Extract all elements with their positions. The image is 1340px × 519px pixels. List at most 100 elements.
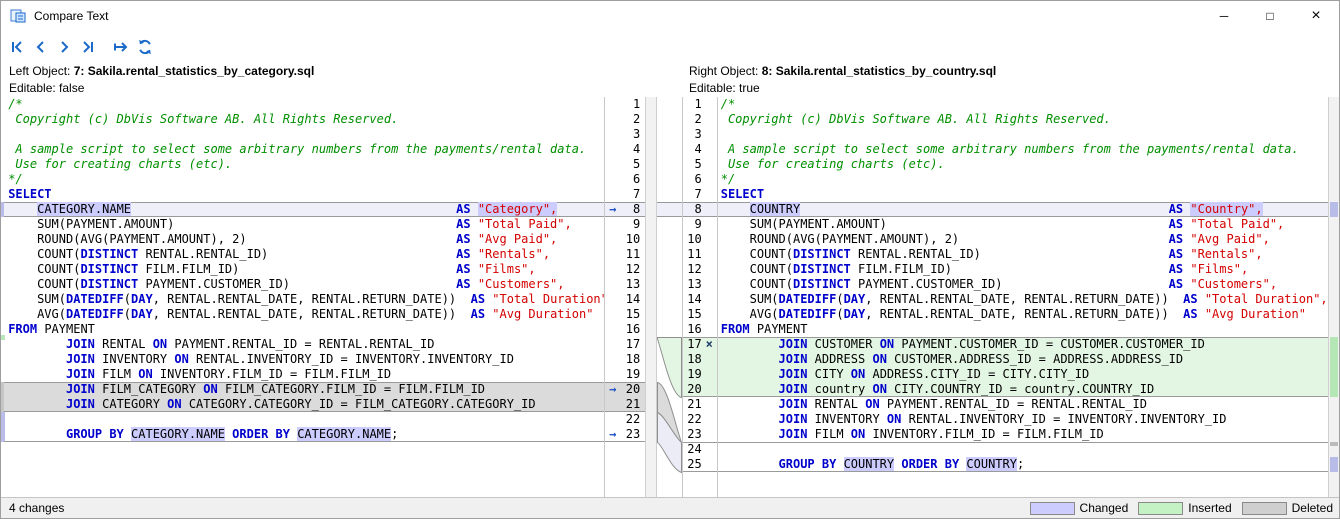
code-line[interactable]: JOIN FILM ON INVENTORY.FILM_ID = FILM.FI…: [4, 367, 645, 382]
code-text: GROUP BY COUNTRY ORDER BY COUNTRY;: [717, 457, 1328, 472]
code-line[interactable]: A sample script to select some arbitrary…: [4, 142, 645, 157]
code-line[interactable]: 16FROM PAYMENT: [683, 322, 1328, 337]
code-line[interactable]: SUM(PAYMENT.AMOUNT) AS "Total Paid",9: [4, 217, 645, 232]
gutter-spacer: [702, 97, 717, 112]
code-line[interactable]: 18 JOIN ADDRESS ON CUSTOMER.ADDRESS_ID =…: [683, 352, 1328, 367]
code-line[interactable]: AVG(DATEDIFF(DAY, RENTAL.RENTAL_DATE, RE…: [4, 307, 645, 322]
line-gutter: 13: [605, 277, 645, 292]
code-token: [471, 247, 478, 261]
line-number: 20: [683, 382, 702, 397]
code-token: "Total Duration",: [1205, 292, 1328, 306]
code-line[interactable]: JOIN CATEGORY ON CATEGORY.CATEGORY_ID = …: [4, 397, 645, 412]
code-line[interactable]: COUNT(DISTINCT PAYMENT.CUSTOMER_ID) AS "…: [4, 277, 645, 292]
code-token: [800, 202, 1168, 216]
code-line[interactable]: 3: [4, 127, 645, 142]
code-token: CITY.COUNTRY_ID = country.COUNTRY_ID: [887, 382, 1154, 396]
code-line[interactable]: 12 COUNT(DISTINCT FILM.FILM_ID) AS "Film…: [683, 262, 1328, 277]
code-line[interactable]: SUM(DATEDIFF(DAY, RENTAL.RENTAL_DATE, RE…: [4, 292, 645, 307]
line-gutter: 2: [605, 112, 645, 127]
code-line[interactable]: 13 COUNT(DISTINCT PAYMENT.CUSTOMER_ID) A…: [683, 277, 1328, 292]
code-line[interactable]: /*1: [4, 97, 645, 112]
gutter-spacer: [605, 292, 620, 307]
merge-change-arrow-icon[interactable]: →: [605, 202, 620, 217]
code-line[interactable]: Use for creating charts (etc).5: [4, 157, 645, 172]
code-token: ORDER BY: [901, 457, 959, 471]
code-line[interactable]: 25 GROUP BY COUNTRY ORDER BY COUNTRY;: [683, 457, 1328, 472]
code-line[interactable]: 5 Use for creating charts (etc).: [683, 157, 1328, 172]
code-line[interactable]: 7SELECT: [683, 187, 1328, 202]
code-line[interactable]: ROUND(AVG(PAYMENT.AMOUNT), 2) AS "Avg Pa…: [4, 232, 645, 247]
code-line[interactable]: 11 COUNT(DISTINCT RENTAL.RENTAL_ID) AS "…: [683, 247, 1328, 262]
code-token: "Avg Paid",: [1190, 232, 1269, 246]
code-line[interactable]: 6 */: [683, 172, 1328, 187]
code-line[interactable]: 4 A sample script to select some arbitra…: [683, 142, 1328, 157]
remove-insertion-icon[interactable]: ×: [702, 337, 717, 352]
code-line[interactable]: */6: [4, 172, 645, 187]
code-token: AS: [1169, 217, 1183, 231]
code-line[interactable]: JOIN FILM_CATEGORY ON FILM_CATEGORY.FILM…: [4, 382, 645, 397]
code-text: JOIN ADDRESS ON CUSTOMER.ADDRESS_ID = AD…: [717, 352, 1328, 367]
code-line[interactable]: 22 JOIN INVENTORY ON RENTAL.INVENTORY_ID…: [683, 412, 1328, 427]
code-text: CATEGORY.NAME AS "Category",: [4, 202, 605, 217]
merge-right-button[interactable]: [110, 35, 133, 59]
next-difference-button[interactable]: [52, 35, 75, 59]
code-line[interactable]: 3: [683, 127, 1328, 142]
right-scrollbar[interactable]: [1328, 97, 1339, 497]
gutter-spacer: [605, 397, 620, 412]
code-line[interactable]: 15 AVG(DATEDIFF(DAY, RENTAL.RENTAL_DATE,…: [683, 307, 1328, 322]
gutter-spacer: [605, 112, 620, 127]
code-token: */: [721, 172, 735, 186]
code-line[interactable]: Copyright (c) DbVis Software AB. All Rig…: [4, 112, 645, 127]
line-number: 2: [683, 112, 702, 127]
code-line[interactable]: 24: [683, 442, 1328, 457]
code-line[interactable]: JOIN INVENTORY ON RENTAL.INVENTORY_ID = …: [4, 352, 645, 367]
previous-difference-button[interactable]: [29, 35, 52, 59]
code-token: [959, 232, 1169, 246]
code-token: ROUND(AVG(PAYMENT.AMOUNT), 2): [8, 232, 246, 246]
code-line[interactable]: JOIN RENTAL ON PAYMENT.RENTAL_ID = RENTA…: [4, 337, 645, 352]
code-line[interactable]: FROM PAYMENT16: [4, 322, 645, 337]
code-token: [721, 202, 750, 216]
code-line[interactable]: 2 Copyright (c) DbVis Software AB. All R…: [683, 112, 1328, 127]
code-line[interactable]: COUNT(DISTINCT FILM.FILM_ID) AS "Films",…: [4, 262, 645, 277]
code-line[interactable]: CATEGORY.NAME AS "Category",→8: [4, 202, 645, 217]
code-line[interactable]: COUNT(DISTINCT RENTAL.RENTAL_ID) AS "Ren…: [4, 247, 645, 262]
merge-change-arrow-icon[interactable]: →: [605, 382, 620, 397]
code-line[interactable]: 23 JOIN FILM ON INVENTORY.FILM_ID = FILM…: [683, 427, 1328, 442]
code-line[interactable]: 9 SUM(PAYMENT.AMOUNT) AS "Total Paid",: [683, 217, 1328, 232]
close-button[interactable]: ×: [1293, 1, 1339, 31]
code-line[interactable]: 1/*: [683, 97, 1328, 112]
gutter-spacer: [702, 457, 717, 472]
code-line[interactable]: GROUP BY CATEGORY.NAME ORDER BY CATEGORY…: [4, 427, 645, 442]
code-token: [1169, 307, 1183, 321]
code-token: DATEDIFF: [66, 307, 124, 321]
code-line[interactable]: 17× JOIN CUSTOMER ON PAYMENT.CUSTOMER_ID…: [683, 337, 1328, 352]
code-line[interactable]: 21 JOIN RENTAL ON PAYMENT.RENTAL_ID = RE…: [683, 397, 1328, 412]
minimize-button[interactable]: ─: [1201, 1, 1247, 31]
left-scrollbar[interactable]: [645, 97, 657, 497]
last-difference-button[interactable]: [75, 35, 98, 59]
line-number: 15: [683, 307, 702, 322]
code-line[interactable]: SELECT7: [4, 187, 645, 202]
code-line[interactable]: 8 COUNTRY AS "Country",: [683, 202, 1328, 217]
connector-changed-line8: [657, 203, 682, 217]
code-line[interactable]: 22: [4, 412, 645, 427]
code-line[interactable]: 14 SUM(DATEDIFF(DAY, RENTAL.RENTAL_DATE,…: [683, 292, 1328, 307]
code-line[interactable]: 20 JOIN country ON CITY.COUNTRY_ID = cou…: [683, 382, 1328, 397]
code-token: JOIN: [779, 337, 808, 351]
code-line[interactable]: 10 ROUND(AVG(PAYMENT.AMOUNT), 2) AS "Avg…: [683, 232, 1328, 247]
refresh-compare-button[interactable]: [133, 35, 156, 59]
code-token: CATEGORY: [95, 397, 167, 411]
titlebar[interactable]: Compare Text ─ □ ×: [1, 1, 1339, 31]
overview-marker-changed: [1330, 457, 1338, 472]
merge-change-arrow-icon[interactable]: →: [605, 427, 620, 442]
code-line[interactable]: 19 JOIN CITY ON ADDRESS.CITY_ID = CITY.C…: [683, 367, 1328, 382]
maximize-button[interactable]: □: [1247, 1, 1293, 31]
gutter-spacer: [702, 382, 717, 397]
line-number: 6: [683, 172, 702, 187]
code-text: GROUP BY CATEGORY.NAME ORDER BY CATEGORY…: [4, 427, 605, 442]
first-difference-button[interactable]: [6, 35, 29, 59]
line-number: 16: [683, 322, 702, 337]
code-token: AS: [456, 277, 470, 291]
line-gutter: 7: [683, 187, 717, 202]
